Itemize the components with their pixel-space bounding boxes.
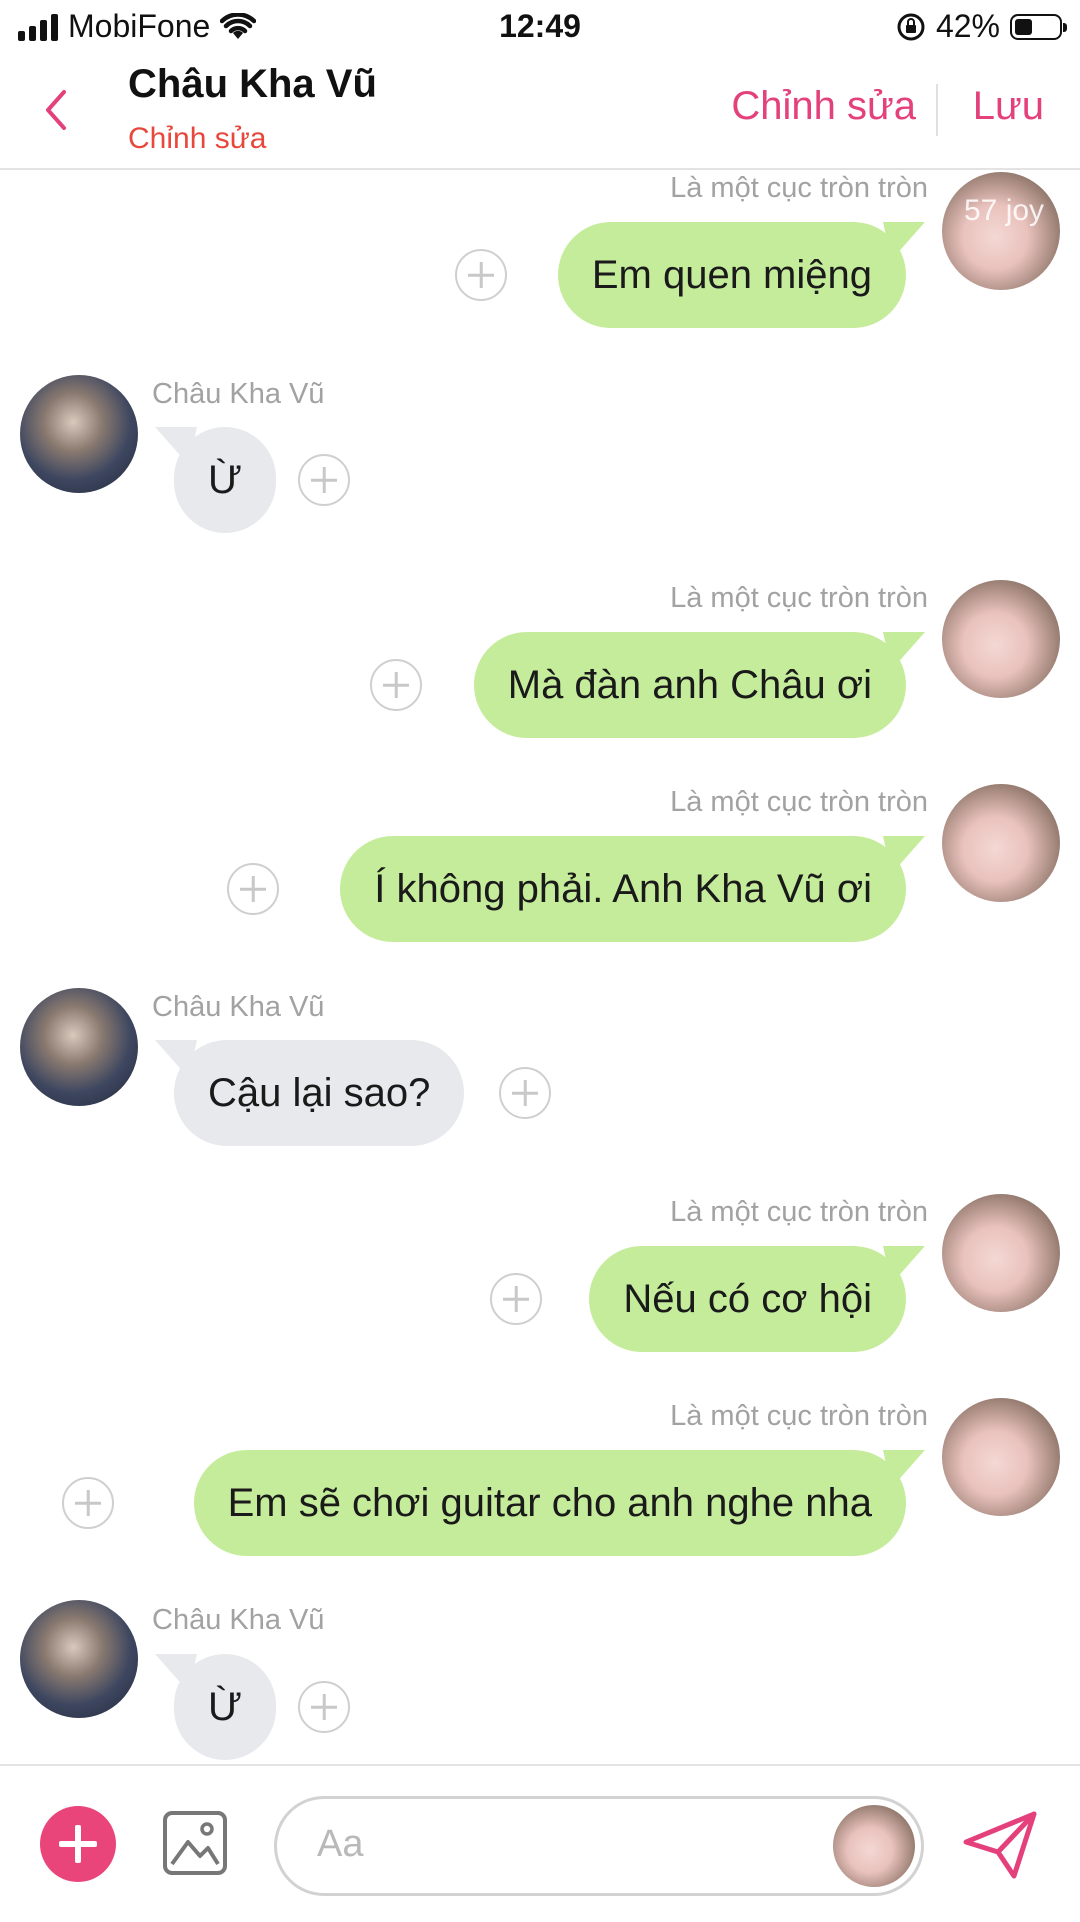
message-input[interactable]: Aa (274, 1796, 924, 1896)
chat-title: Châu Kha Vũ (128, 62, 377, 106)
avatar[interactable] (942, 1194, 1060, 1312)
save-button[interactable]: Lưu (973, 84, 1044, 129)
message-bubble[interactable]: Mà đàn anh Châu ơi (473, 632, 906, 738)
chat-subtitle-edit[interactable]: Chỉnh sửa (128, 122, 267, 156)
add-icon[interactable] (40, 1806, 116, 1882)
avatar[interactable] (20, 988, 138, 1106)
sender-name: Châu Kha Vũ (152, 991, 325, 1023)
chat-header: Châu Kha Vũ Chỉnh sửa Chỉnh sửa Lưu (0, 56, 1080, 170)
avatar-watermark: 57 joy (964, 194, 1045, 227)
avatar[interactable] (942, 1398, 1060, 1516)
message-bubble[interactable]: Ừ (174, 427, 277, 533)
battery-icon (1010, 13, 1067, 40)
battery-fill (1015, 18, 1032, 35)
avatar[interactable] (20, 375, 138, 493)
persona-avatar[interactable] (833, 1805, 915, 1887)
react-plus-icon[interactable] (62, 1477, 114, 1529)
header-divider (936, 84, 938, 136)
react-plus-icon[interactable] (370, 659, 422, 711)
message-bubble[interactable]: Em sẽ chơi guitar cho anh nghe nha (193, 1450, 906, 1556)
message-bubble[interactable]: Í không phải. Anh Kha Vũ ơi (340, 836, 906, 942)
rotation-lock-icon (897, 13, 925, 40)
message-input-placeholder: Aa (317, 1823, 364, 1865)
sender-name: Là một cục tròn tròn (670, 786, 928, 818)
sender-name: Châu Kha Vũ (152, 1604, 325, 1636)
composer-bar: Aa (0, 1764, 1080, 1922)
edit-button[interactable]: Chỉnh sửa (731, 84, 916, 129)
avatar[interactable] (942, 784, 1060, 902)
react-plus-icon[interactable] (227, 863, 279, 915)
avatar[interactable] (942, 580, 1060, 698)
message-bubble[interactable]: Ừ (174, 1654, 277, 1760)
send-icon[interactable] (962, 1810, 1038, 1880)
react-plus-icon[interactable] (499, 1067, 551, 1119)
react-plus-icon[interactable] (298, 1681, 350, 1733)
sender-name: Là một cục tròn tròn (670, 1400, 928, 1432)
sender-name: Là một cục tròn tròn (670, 172, 928, 204)
image-icon[interactable] (162, 1810, 228, 1876)
react-plus-icon[interactable] (298, 454, 350, 506)
battery-percent: 42% (935, 8, 1000, 44)
back-chevron-icon[interactable] (36, 80, 76, 140)
message-bubble[interactable]: Nếu có cơ hội (589, 1246, 906, 1352)
react-plus-icon[interactable] (490, 1273, 542, 1325)
message-bubble[interactable]: Em quen miệng (557, 222, 906, 328)
status-bar: MobiFone 12:49 42% (0, 0, 1080, 56)
sender-name: Là một cục tròn tròn (670, 582, 928, 614)
status-right: 42% (896, 8, 1067, 45)
message-bubble[interactable]: Cậu lại sao? (174, 1040, 465, 1146)
react-plus-icon[interactable] (455, 249, 507, 301)
avatar[interactable]: 57 joy (942, 172, 1060, 290)
sender-name: Châu Kha Vũ (152, 378, 325, 410)
avatar[interactable] (20, 1600, 138, 1718)
sender-name: Là một cục tròn tròn (670, 1196, 928, 1228)
